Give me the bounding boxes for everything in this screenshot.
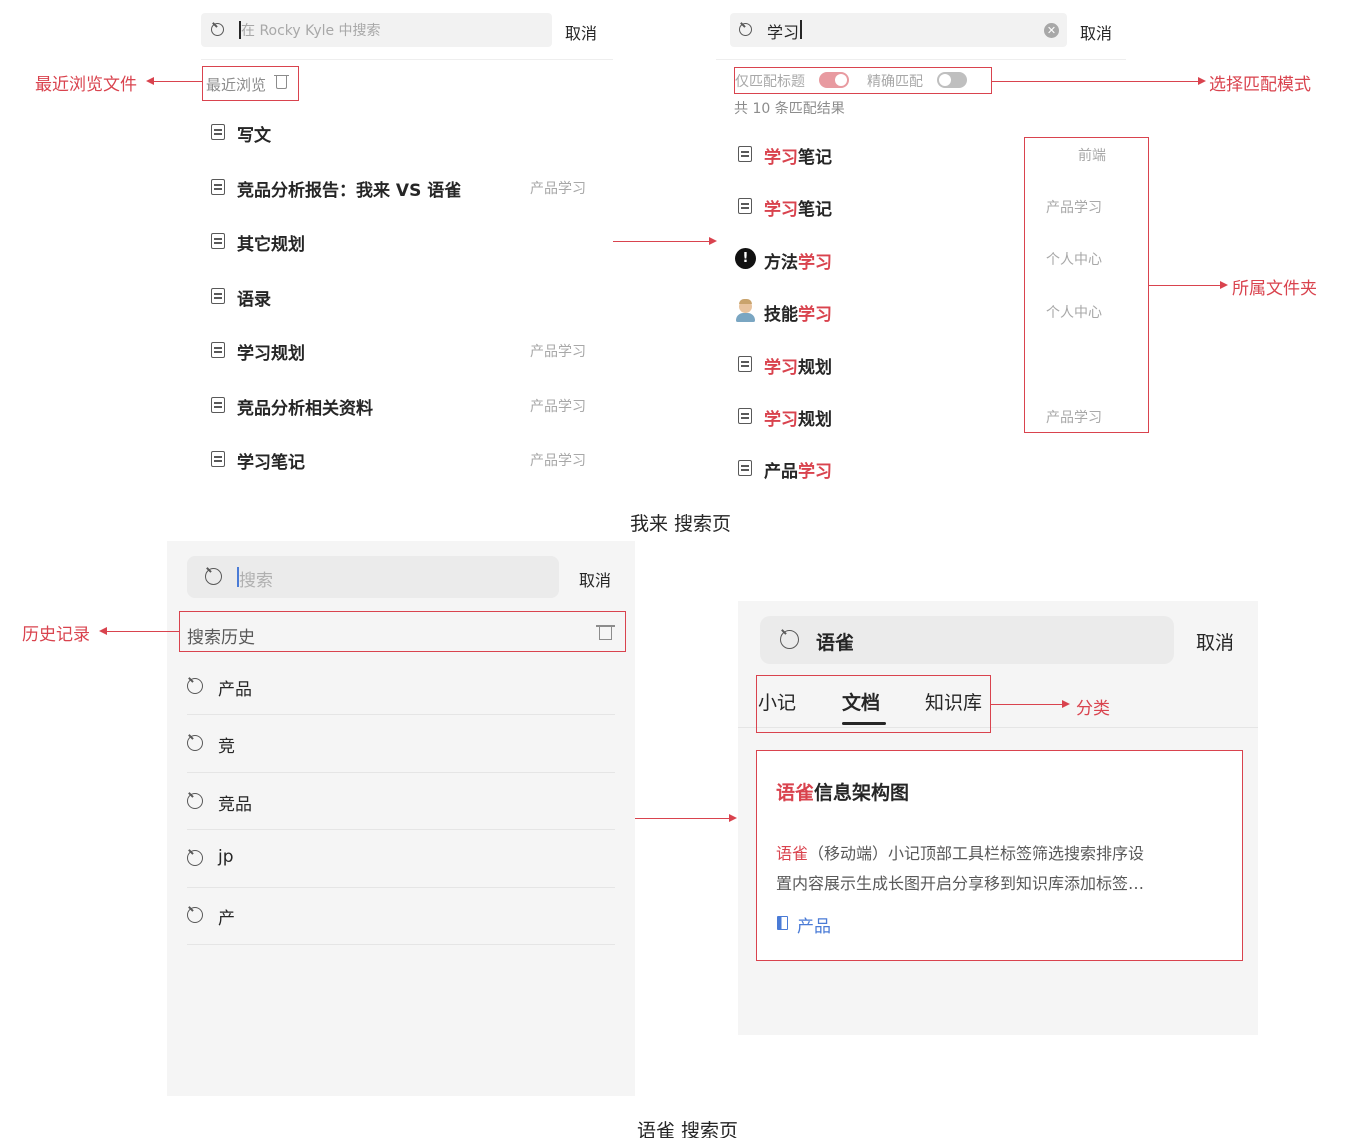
history-item[interactable]: jp xyxy=(218,847,234,867)
recent-item[interactable]: 写文 xyxy=(237,121,271,146)
search-input[interactable]: 在 Rocky Kyle 中搜索 xyxy=(241,20,381,40)
annotation-match-mode: 选择匹配模式 xyxy=(1209,75,1311,95)
arrow-line xyxy=(613,241,710,242)
text-cursor xyxy=(800,20,802,39)
arrow-head xyxy=(146,77,154,85)
search-icon xyxy=(187,850,203,866)
recent-item[interactable]: 竞品分析报告：我来 VS 语雀 xyxy=(237,176,461,201)
history-item[interactable]: 产 xyxy=(218,904,235,929)
highlight-box-tabs xyxy=(756,675,991,733)
result-item[interactable]: 方法学习 xyxy=(764,248,832,273)
arrow-line xyxy=(635,818,730,819)
divider xyxy=(187,887,615,888)
divider xyxy=(187,944,615,945)
cancel-button[interactable]: 取消 xyxy=(565,20,597,44)
divider xyxy=(187,829,615,830)
item-folder: 产品学习 xyxy=(530,344,586,360)
doc-icon xyxy=(211,397,225,413)
highlight-box-folder xyxy=(1024,137,1149,433)
item-folder: 产品学习 xyxy=(530,453,586,469)
doc-icon xyxy=(211,124,225,140)
doc-icon xyxy=(211,179,225,195)
annotation-category: 分类 xyxy=(1076,699,1110,719)
doc-icon xyxy=(211,342,225,358)
history-item[interactable]: 竞 xyxy=(218,732,235,757)
caption-top: 我来 搜索页 xyxy=(630,513,732,535)
arrow-head xyxy=(99,627,107,635)
item-folder: 产品学习 xyxy=(530,181,586,197)
result-item[interactable]: 学习规划 xyxy=(764,353,832,378)
doc-icon xyxy=(211,288,225,304)
cancel-button[interactable]: 取消 xyxy=(1080,20,1112,44)
result-item[interactable]: 技能学习 xyxy=(764,300,832,325)
result-count: 共 10 条匹配结果 xyxy=(734,101,845,117)
doc-icon xyxy=(738,356,752,372)
recent-item[interactable]: 语录 xyxy=(237,285,271,310)
doc-icon xyxy=(738,198,752,214)
highlight-box-history xyxy=(179,611,626,652)
arrow-line xyxy=(107,631,179,632)
arrow-head xyxy=(729,814,737,822)
search-bar[interactable]: 搜索 xyxy=(187,556,559,598)
cancel-button[interactable]: 取消 xyxy=(579,567,611,591)
doc-icon xyxy=(738,408,752,424)
person-emoji-icon xyxy=(735,299,756,322)
highlight-box-match-mode xyxy=(734,67,992,94)
arrow-head xyxy=(709,237,717,245)
caption-bottom: 语雀 搜索页 xyxy=(637,1120,739,1138)
history-item[interactable]: 产品 xyxy=(218,675,252,700)
recent-item[interactable]: 学习笔记 xyxy=(237,448,305,473)
search-bar[interactable]: 学习 ✕ xyxy=(730,13,1067,47)
arrow-head xyxy=(1062,700,1070,708)
arrow-head xyxy=(1198,77,1206,85)
item-folder: 产品学习 xyxy=(530,399,586,415)
arrow-line xyxy=(992,81,1199,82)
recent-item[interactable]: 学习规划 xyxy=(237,339,305,364)
arrow-line xyxy=(1149,285,1221,286)
search-input[interactable]: 语雀 xyxy=(816,628,854,655)
recent-item[interactable]: 其它规划 xyxy=(237,230,305,255)
arrow-line xyxy=(991,704,1063,705)
search-input[interactable]: 搜索 xyxy=(239,566,273,591)
clear-icon[interactable]: ✕ xyxy=(1044,23,1059,38)
annotation-folder: 所属文件夹 xyxy=(1232,279,1317,299)
search-icon xyxy=(187,793,203,809)
search-icon xyxy=(187,678,203,694)
search-icon xyxy=(780,630,799,649)
search-icon xyxy=(739,23,752,36)
cancel-button[interactable]: 取消 xyxy=(1196,628,1234,655)
search-bar[interactable]: 在 Rocky Kyle 中搜索 xyxy=(201,13,552,47)
doc-icon xyxy=(211,233,225,249)
search-icon xyxy=(187,907,203,923)
divider xyxy=(187,714,615,715)
doc-icon xyxy=(738,146,752,162)
doc-icon xyxy=(211,451,225,467)
arrow-head xyxy=(1220,281,1228,289)
arrow-line xyxy=(154,81,202,82)
annotation-recent-files: 最近浏览文件 xyxy=(35,75,137,95)
search-icon xyxy=(205,568,222,585)
divider xyxy=(201,59,613,60)
result-item[interactable]: 学习笔记 xyxy=(764,143,832,168)
search-icon xyxy=(187,735,203,751)
annotation-history: 历史记录 xyxy=(22,625,90,645)
highlight-box-recent xyxy=(202,66,299,101)
search-bar[interactable]: 语雀 xyxy=(760,616,1174,664)
recent-item[interactable]: 竞品分析相关资料 xyxy=(237,394,373,419)
divider xyxy=(716,59,1126,60)
result-item[interactable]: 产品学习 xyxy=(764,457,832,482)
search-icon xyxy=(211,23,224,36)
highlight-box-card xyxy=(756,750,1243,961)
history-item[interactable]: 竞品 xyxy=(218,790,252,815)
result-item[interactable]: 学习规划 xyxy=(764,405,832,430)
exclamation-icon: ! xyxy=(735,248,756,269)
doc-icon xyxy=(738,460,752,476)
divider xyxy=(187,772,615,773)
search-input[interactable]: 学习 xyxy=(767,19,799,43)
result-item[interactable]: 学习笔记 xyxy=(764,195,832,220)
